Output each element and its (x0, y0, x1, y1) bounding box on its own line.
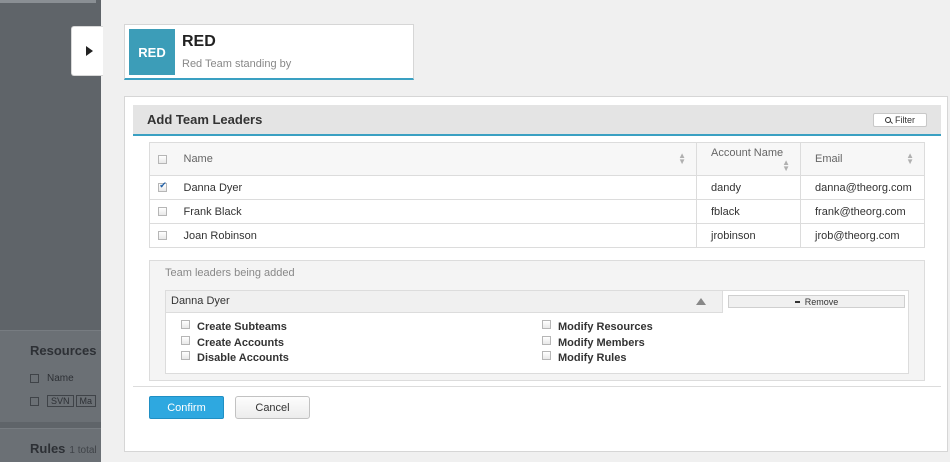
user-email: jrob@theorg.com (800, 223, 925, 248)
permission-label: Modify Members (558, 337, 645, 349)
email-column-header[interactable]: Email ▲ ▼ (800, 142, 925, 176)
background-rules-count: 1 total (69, 445, 97, 456)
account-header-label: Account Name (711, 147, 784, 159)
user-email: frank@theorg.com (800, 199, 925, 224)
leader-card: Danna Dyer Remove Create Subteams Create… (165, 290, 909, 374)
permission-checkbox[interactable] (181, 351, 190, 360)
row-checkbox[interactable] (158, 181, 168, 193)
user-name: Frank Black (175, 199, 697, 224)
name-header-label: Name (183, 153, 213, 165)
row-checkbox-cell (149, 175, 176, 200)
permission-checkbox[interactable] (542, 320, 551, 329)
remove-leader-button[interactable]: Remove (728, 295, 905, 308)
permission-checkbox[interactable] (181, 336, 190, 345)
select-all-cell (149, 142, 176, 176)
add-team-leaders-panel: Add Team Leaders Filter Name ▲ ▼ Account N… (124, 96, 948, 452)
permission-checkbox[interactable] (542, 351, 551, 360)
permission-label: Create Subteams (197, 321, 287, 333)
play-arrow-icon (86, 46, 93, 56)
user-email: danna@theorg.com (800, 175, 925, 200)
user-name: Danna Dyer (175, 175, 697, 200)
background-rules-section: Rules 1 total (0, 428, 102, 462)
user-account: dandy (696, 175, 801, 200)
permission-create-accounts[interactable]: Create Accounts (181, 336, 284, 349)
sort-icon: ▲ ▼ (782, 158, 790, 173)
table-header-row: Name ▲ ▼ Account Name ▲ ▼ Email ▲ ▼ (149, 142, 925, 176)
filter-button[interactable]: Filter (873, 113, 927, 127)
users-table: Name▲▼ Account Name▲▼ Email▲▼ Danna Dyer… (149, 142, 925, 248)
sort-icon: ▲ ▼ (678, 151, 686, 166)
permission-modify-members[interactable]: Modify Members (542, 336, 645, 349)
table-row[interactable]: Joan Robinson jrobinson jrob@theorg.com (149, 223, 925, 248)
background-rules-label: Rules (30, 441, 66, 456)
table-row[interactable]: Danna Dyer dandy danna@theorg.com (149, 175, 925, 200)
team-card: RED RED Red Team standing by (124, 24, 414, 80)
search-icon (885, 117, 891, 123)
user-name: Joan Robinson (175, 223, 697, 248)
row-checkbox-cell (149, 199, 176, 224)
permission-label: Modify Rules (558, 352, 627, 364)
background-resources-row: SVN Ma (30, 395, 98, 407)
panel-header: Add Team Leaders Filter (133, 105, 941, 136)
permission-modify-resources[interactable]: Modify Resources (542, 320, 653, 333)
permission-checkbox[interactable] (542, 336, 551, 345)
background-tag: SVN (47, 395, 74, 407)
permission-label: Create Accounts (197, 337, 285, 349)
panel-title: Add Team Leaders (147, 112, 263, 127)
permission-label: Modify Resources (558, 321, 653, 333)
background-resources-section: Resources Name SVN Ma (0, 330, 102, 422)
leader-name: Danna Dyer (171, 295, 230, 307)
team-name: RED (182, 33, 216, 50)
account-column-header[interactable]: Account Name ▲ ▼ (696, 142, 801, 176)
background-rules-title: Rules 1 total (30, 441, 97, 456)
confirm-button[interactable]: Confirm (149, 396, 224, 419)
remove-button-label: Remove (804, 296, 839, 307)
minus-icon (794, 300, 800, 303)
filter-button-label: Filter (895, 115, 915, 125)
email-header-label: Email (815, 153, 843, 165)
sort-icon: ▲ ▼ (906, 151, 914, 166)
background-checkbox (30, 396, 39, 406)
cancel-button[interactable]: Cancel (235, 396, 310, 419)
permission-create-subteams[interactable]: Create Subteams (181, 320, 287, 333)
user-account: jrobinson (696, 223, 801, 248)
permission-label: Disable Accounts (197, 352, 289, 364)
user-account: fblack (696, 199, 801, 224)
leaders-being-added-heading: Team leaders being added (165, 267, 295, 279)
background-resources-title: Resources (30, 343, 97, 358)
background-checkbox (30, 373, 39, 383)
team-badge: RED (129, 29, 175, 75)
permission-modify-rules[interactable]: Modify Rules (542, 351, 626, 364)
team-status: Red Team standing by (182, 58, 292, 70)
background-resources-header-row: Name (30, 373, 74, 384)
background-name-header: Name (47, 373, 74, 384)
collapse-caret-icon[interactable] (696, 298, 706, 305)
leaders-being-added-section: Team leaders being added Danna Dyer Remo… (149, 260, 925, 381)
leader-card-header[interactable]: Danna Dyer (166, 291, 723, 313)
background-topbar (0, 0, 96, 3)
permission-checkbox[interactable] (181, 320, 190, 329)
row-checkbox[interactable] (158, 231, 168, 241)
name-column-header[interactable]: Name ▲ ▼ (175, 142, 697, 176)
row-checkbox-cell (149, 223, 176, 248)
footer-divider (133, 386, 941, 387)
table-row[interactable]: Frank Black fblack frank@theorg.com (149, 199, 925, 224)
permission-disable-accounts[interactable]: Disable Accounts (181, 351, 289, 364)
select-all-checkbox[interactable] (158, 154, 168, 164)
background-tag: Ma (75, 395, 97, 407)
collapse-panel-toggle[interactable] (71, 26, 103, 76)
row-checkbox[interactable] (158, 207, 168, 217)
